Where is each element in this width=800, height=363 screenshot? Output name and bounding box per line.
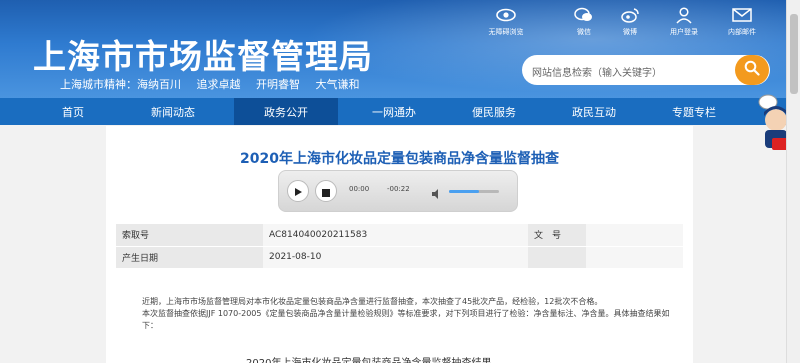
nav-item-gov-affairs[interactable]: 政务公开 <box>234 98 338 125</box>
nav-item-special[interactable]: 专题专栏 <box>655 98 733 125</box>
toolbar-login[interactable]: 用户登录 <box>656 4 712 37</box>
meta-value <box>586 224 683 246</box>
page: 上海市市场监督管理局 上海城市精神：海纳百川 追求卓越 开明睿智 大气谦和 无障… <box>0 0 800 363</box>
nav-item-online-service[interactable]: 一网通办 <box>355 98 433 125</box>
site-title[interactable]: 上海市市场监督管理局 <box>33 30 373 78</box>
table-row: 产生日期 2021-08-10 <box>116 246 683 268</box>
duration: -00:22 <box>387 185 410 193</box>
table-row: 索取号 AC814040020211583 文 号 <box>116 224 683 246</box>
motto: 上海城市精神：海纳百川 追求卓越 开明睿智 大气谦和 <box>60 76 372 92</box>
toolbar-label: 用户登录 <box>670 28 698 36</box>
nav-item-interaction[interactable]: 政民互动 <box>555 98 633 125</box>
stop-button[interactable] <box>315 180 337 202</box>
toolbar-label: 无障碍浏览 <box>488 28 524 36</box>
search-icon <box>744 60 760 80</box>
nav-item-news[interactable]: 新闻动态 <box>134 98 212 125</box>
meta-key: 文 号 <box>528 224 586 246</box>
toolbar-mail[interactable]: 内部邮件 <box>714 4 770 37</box>
user-login-icon <box>673 4 695 26</box>
toolbar-label: 内部邮件 <box>728 28 756 36</box>
motto-part: 大气谦和 <box>315 78 360 91</box>
main-nav: 首页 新闻动态 政务公开 一网通办 便民服务 政民互动 专题专栏 <box>0 98 800 125</box>
play-button[interactable] <box>287 180 309 202</box>
toolbar-label: 微信 <box>577 28 591 36</box>
volume-icon[interactable] <box>431 185 443 199</box>
page-scrollbar[interactable] <box>786 0 800 363</box>
current-time: 00:00 <box>349 185 370 193</box>
article-panel: 2020年上海市化妆品定量包装商品净含量监督抽查 00:00 -00:22 索取… <box>106 126 693 363</box>
article-title: 2020年上海市化妆品定量包装商品净含量监督抽查 <box>240 151 559 167</box>
meta-table: 索取号 AC814040020211583 文 号 产生日期 2021-08-1… <box>116 224 683 269</box>
meta-value: AC814040020211583 <box>263 224 528 246</box>
motto-part: 开明睿智 <box>256 78 300 91</box>
volume-slider[interactable] <box>449 190 499 193</box>
results-heading: 2020年上海市化妆品定量包装商品净含量监督抽查结果 <box>246 354 491 363</box>
wechat-icon <box>573 4 595 26</box>
toolbar-accessibility[interactable]: 无障碍浏览 <box>478 4 534 37</box>
play-icon <box>293 182 303 201</box>
motto-part: 上海城市精神：海纳百川 <box>60 78 181 91</box>
meta-key <box>528 246 586 268</box>
weibo-icon <box>619 4 641 26</box>
search-placeholder: 网站信息检索（输入关键字） <box>532 68 662 79</box>
meta-key: 索取号 <box>116 224 263 246</box>
header: 上海市市场监督管理局 上海城市精神：海纳百川 追求卓越 开明睿智 大气谦和 无障… <box>0 0 800 98</box>
search-button[interactable] <box>735 55 769 85</box>
meta-value: 2021-08-10 <box>263 246 528 268</box>
mail-icon <box>731 4 753 26</box>
stop-icon <box>322 182 330 201</box>
motto-part: 追求卓越 <box>196 78 241 91</box>
volume-fill <box>449 190 479 193</box>
article-body: 近期，上海市市场监督管理局对本市化妆品定量包装商品净含量进行监督抽查，本次抽查了… <box>142 296 672 332</box>
nav-item-home[interactable]: 首页 <box>34 98 112 125</box>
paragraph: 本次监督抽查依据JJF 1070-2005《定量包装商品净含量计量检验规则》等标… <box>142 309 670 330</box>
nav-item-convenience[interactable]: 便民服务 <box>455 98 533 125</box>
meta-key: 产生日期 <box>116 246 263 268</box>
toolbar-weibo[interactable]: 微博 <box>602 4 658 37</box>
eye-icon <box>495 4 517 26</box>
paragraph: 近期，上海市市场监督管理局对本市化妆品定量包装商品净含量进行监督抽查，本次抽查了… <box>142 297 603 306</box>
toolbar-label: 微博 <box>623 28 637 36</box>
search-input[interactable]: 网站信息检索（输入关键字） <box>522 55 770 85</box>
scrollbar-thumb[interactable] <box>790 14 798 94</box>
audio-player: 00:00 -00:22 <box>278 170 518 212</box>
meta-value <box>586 246 683 268</box>
